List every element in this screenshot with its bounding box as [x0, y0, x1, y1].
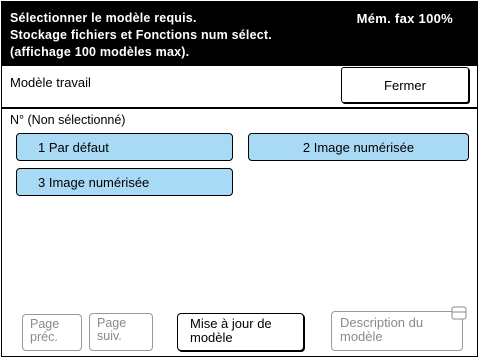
fax-memory-status: Mém. fax 100% — [356, 11, 453, 26]
template-description-label-line-2: modèle — [340, 329, 383, 344]
previous-page-button[interactable]: Page préc. — [22, 314, 82, 351]
instruction-line-3: (affichage 100 modèles max). — [10, 45, 190, 59]
close-button-label: Fermer — [384, 77, 426, 93]
instruction-line-2: Stockage fichiers et Fonctions num sélec… — [10, 28, 272, 42]
page-title: Modèle travail — [10, 75, 91, 90]
template-item-1[interactable]: 1 Par défaut — [16, 133, 233, 161]
update-template-label-line-2: modèle — [190, 330, 233, 345]
template-description-label-line-1: Description du — [340, 315, 424, 330]
description-icon — [451, 306, 467, 320]
next-page-label-line-2: suiv. — [97, 329, 122, 343]
update-template-label-line-1: Mise à jour de — [190, 316, 272, 331]
instruction-line-1: Sélectionner le modèle requis. — [10, 11, 197, 25]
header-bar: Sélectionner le modèle requis. Stockage … — [2, 2, 477, 66]
template-item-2[interactable]: 2 Image numérisée — [248, 133, 469, 161]
update-template-button[interactable]: Mise à jour de modèle — [177, 313, 304, 351]
close-button[interactable]: Fermer — [341, 67, 469, 103]
template-item-label: 3 Image numérisée — [38, 174, 150, 190]
previous-page-label-line-2: préc. — [30, 330, 58, 344]
next-page-button[interactable]: Page suiv. — [89, 313, 153, 351]
selection-status: N° (Non sélectionné) — [10, 113, 126, 127]
template-description-button[interactable]: Description du modèle — [331, 311, 463, 351]
template-item-label: 2 Image numérisée — [302, 139, 415, 155]
template-item-label: 1 Par défaut — [38, 139, 109, 155]
template-item-3[interactable]: 3 Image numérisée — [16, 168, 233, 196]
